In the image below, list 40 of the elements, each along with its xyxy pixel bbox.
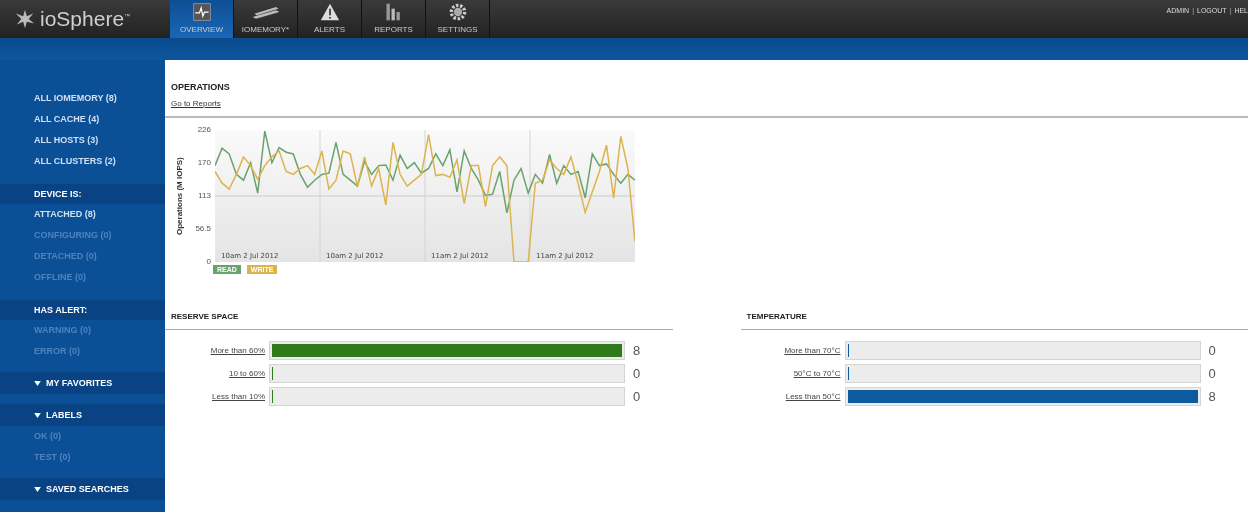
section-title: TEMPERATURE [740,312,1248,330]
sidebar-group[interactable]: SAVED SEARCHES [0,478,165,500]
sidebar-group[interactable]: LABELS [0,404,165,426]
range-link[interactable]: 50°C to 70°C [740,369,841,378]
settings-icon [447,2,468,22]
section-title: OPERATIONS [171,82,231,92]
count-value: 0 [633,366,641,381]
sidebar-link[interactable]: ATTACHED (8) [0,204,165,225]
range-link[interactable]: Less than 10% [165,392,265,401]
pulse-icon [191,2,212,22]
y-tick-label: 56.5 [194,223,211,235]
caret-icon [34,380,41,386]
axis-title: Operations (M IOPS) [175,156,185,237]
count-value: 8 [633,343,641,358]
sidebar-link[interactable]: ALL IOMEMORY (8) [0,88,165,109]
y-tick-label: 170 [196,156,211,169]
warning-icon [319,2,340,22]
count-value: 0 [1208,366,1216,381]
count-value: 0 [633,389,641,404]
range-link[interactable]: 10 to 60% [165,369,265,378]
reports-link[interactable]: Go to Reports [171,99,221,108]
y-tick-label: 113 [197,190,211,202]
sidebar-group[interactable]: MY FAVORITES [0,372,165,394]
range-link[interactable]: Less than 50°C [740,392,841,401]
range-link[interactable]: More than 60% [165,346,265,355]
logo-text: ioSphere$^{™}$ [40,7,131,31]
caret-icon [34,486,41,492]
caret-icon [34,412,41,418]
sidebar-link[interactable]: ALL CLUSTERS (2) [0,151,165,172]
sidebar-link[interactable]: ALL CACHE (4) [0,109,165,130]
count-value: 0 [1208,343,1216,358]
y-tick-label: 0 [205,256,211,268]
sidebar-heading: HAS ALERT: [0,300,165,320]
sidebar-link[interactable]: ALL HOSTS (3) [0,130,165,151]
sidebar-heading: DEVICE IS: [0,184,165,204]
nav-tab[interactable]: OVERVIEW [170,0,234,38]
range-link[interactable]: More than 70°C [740,346,841,355]
count-value: 8 [1208,389,1216,404]
section-title: RESERVE SPACE [165,312,673,330]
y-tick-label: 226 [196,124,211,136]
